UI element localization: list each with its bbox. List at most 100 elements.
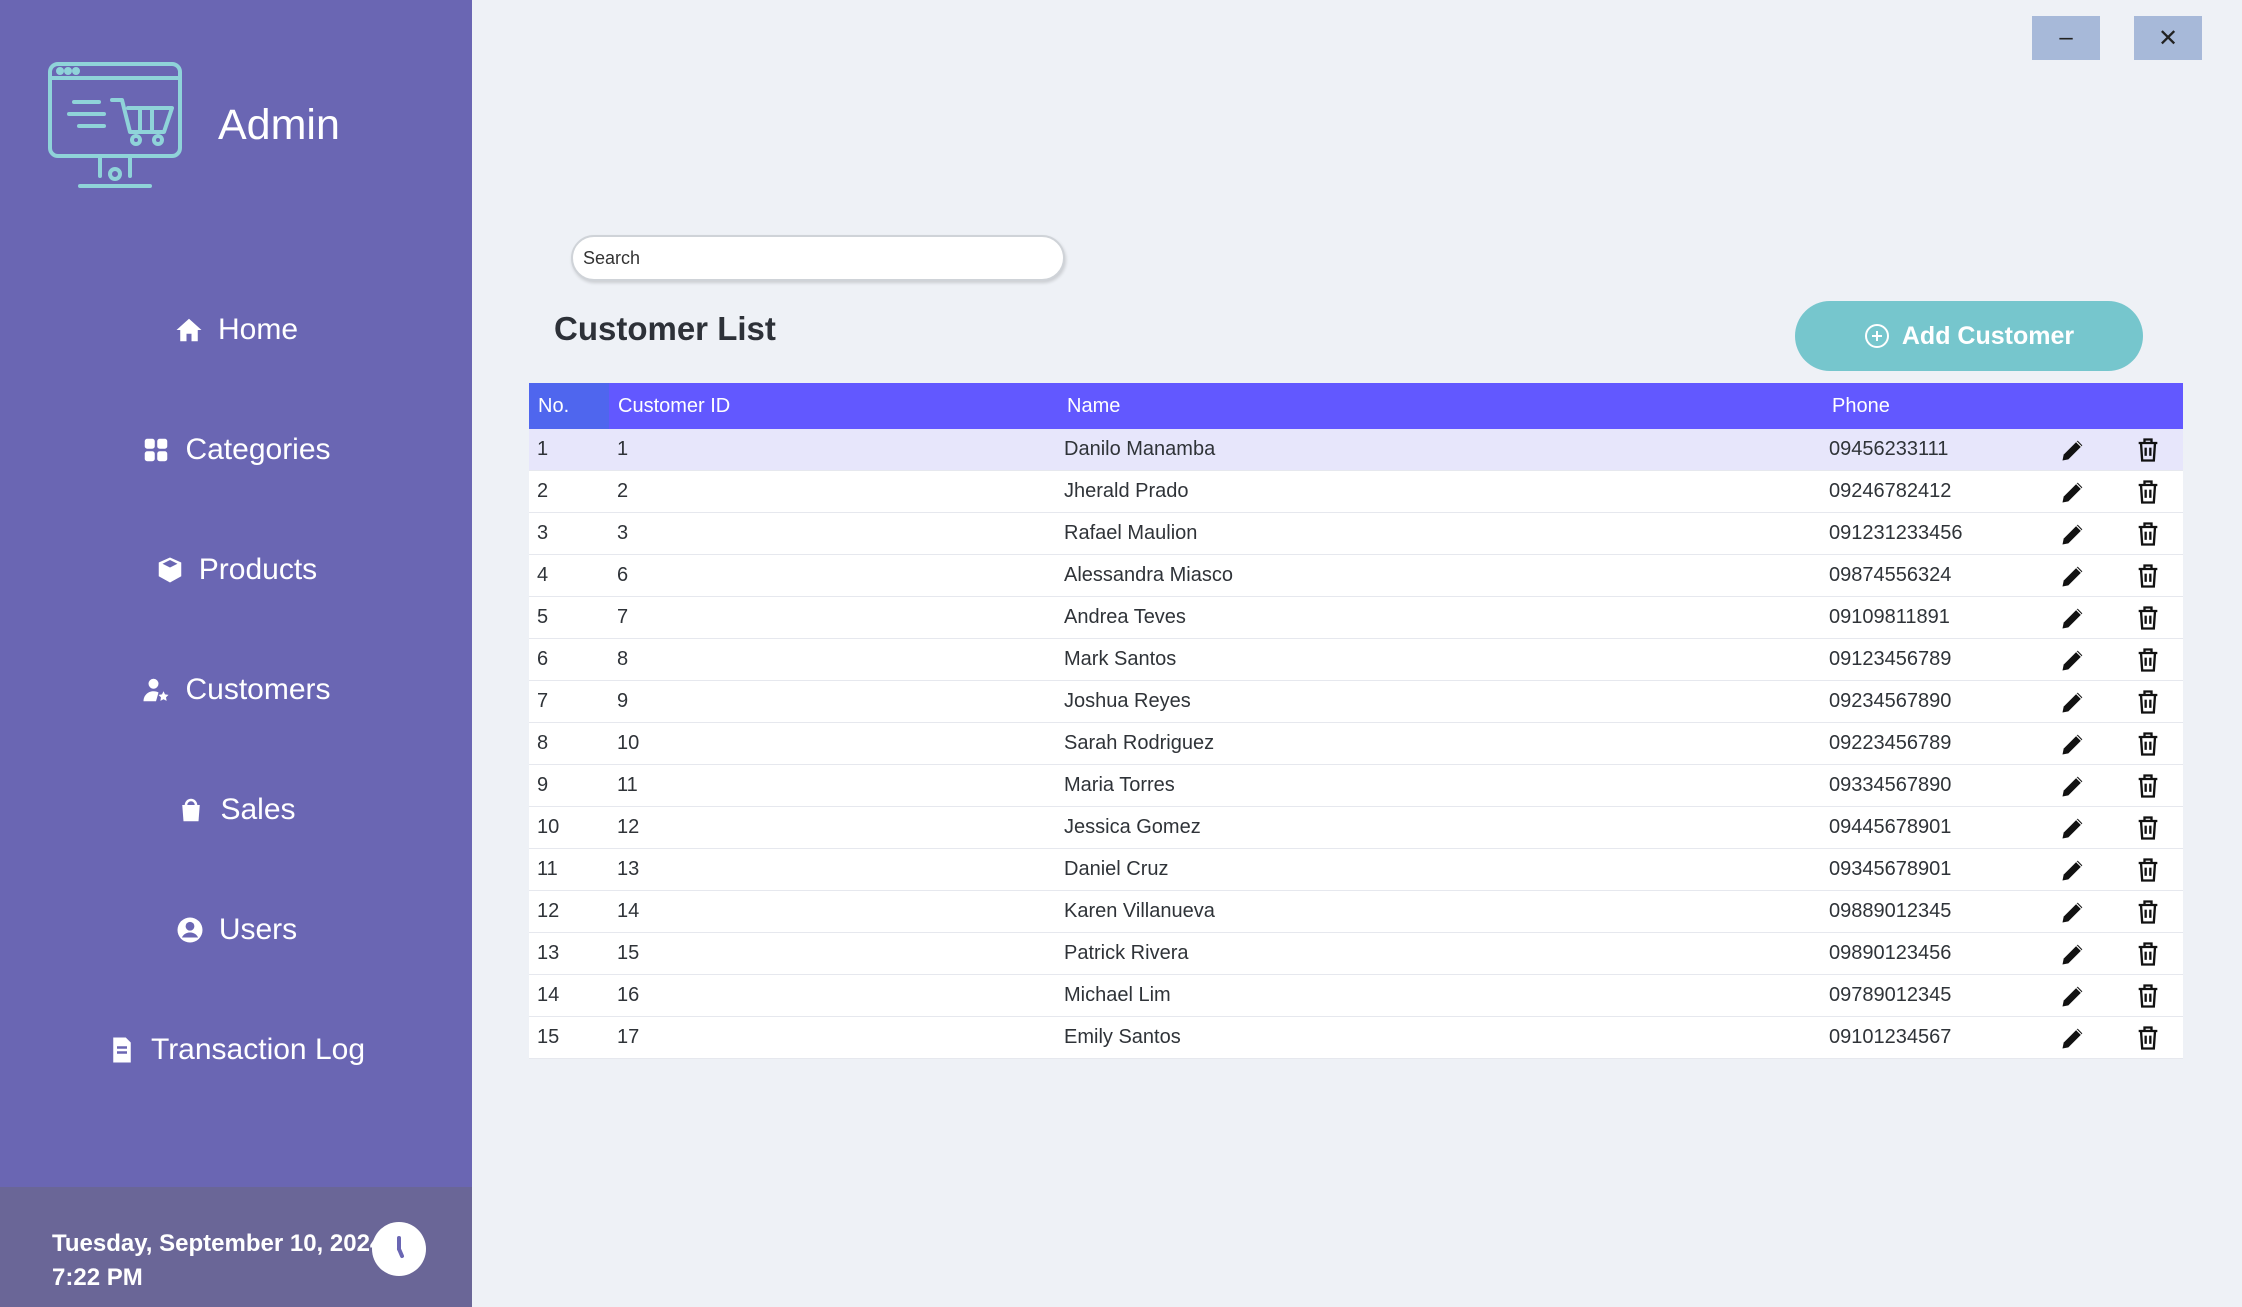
cell-phone: 09101234567	[1829, 1026, 1952, 1048]
column-header-customer-id[interactable]: Customer ID	[618, 383, 730, 429]
table-row[interactable]: 13 15 Patrick Rivera 09890123456	[529, 933, 2183, 975]
sidebar-item-users[interactable]: Users	[0, 890, 472, 970]
table-row[interactable]: 10 12 Jessica Gomez 09445678901	[529, 807, 2183, 849]
delete-icon[interactable]	[2130, 597, 2166, 638]
table-body: 1 1 Danilo Manamba 09456233111 2 2 Jherald Pra…	[529, 429, 2183, 1059]
cell-name: Jherald Prado	[1064, 480, 1189, 502]
cell-customer-id: 13	[617, 858, 640, 880]
edit-icon[interactable]	[2055, 891, 2091, 932]
cell-customer-id: 12	[617, 816, 640, 838]
edit-icon[interactable]	[2055, 471, 2091, 512]
delete-icon[interactable]	[2130, 807, 2166, 848]
search-input[interactable]	[571, 235, 1065, 281]
close-button[interactable]: ✕	[2134, 16, 2202, 60]
sidebar-item-customers[interactable]: Customers	[0, 650, 472, 730]
delete-icon[interactable]	[2130, 471, 2166, 512]
table-row[interactable]: 7 9 Joshua Reyes 09234567890	[529, 681, 2183, 723]
sidebar-item-label: Sales	[220, 793, 296, 826]
cell-phone: 091231233456	[1829, 522, 1963, 544]
cell-no: 6	[537, 648, 549, 670]
edit-icon[interactable]	[2055, 933, 2091, 974]
table-row[interactable]: 9 11 Maria Torres 09334567890	[529, 765, 2183, 807]
table-row[interactable]: 6 8 Mark Santos 09123456789	[529, 639, 2183, 681]
sidebar-item-label: Categories	[185, 433, 331, 466]
cell-phone: 09345678901	[1829, 858, 1952, 880]
delete-icon[interactable]	[2130, 849, 2166, 890]
cell-customer-id: 9	[617, 690, 629, 712]
sidebar-item-transaction-log[interactable]: Transaction Log	[0, 1010, 472, 1090]
cell-no: 3	[537, 522, 549, 544]
table-row[interactable]: 1 1 Danilo Manamba 09456233111	[529, 429, 2183, 471]
cell-customer-id: 15	[617, 942, 640, 964]
sidebar-item-products[interactable]: Products	[0, 530, 472, 610]
sales-bag-icon	[176, 795, 206, 825]
delete-icon[interactable]	[2130, 681, 2166, 722]
table-row[interactable]: 4 6 Alessandra Miasco 09874556324	[529, 555, 2183, 597]
edit-icon[interactable]	[2055, 639, 2091, 680]
edit-icon[interactable]	[2055, 849, 2091, 890]
current-date: Tuesday, September 10, 2024	[52, 1230, 384, 1257]
cell-customer-id: 1	[617, 438, 629, 460]
sidebar: Admin Home Categories Products Customers…	[0, 0, 472, 1307]
column-header-name[interactable]: Name	[1067, 383, 1120, 429]
delete-icon[interactable]	[2130, 429, 2166, 470]
delete-icon[interactable]	[2130, 1017, 2166, 1058]
edit-icon[interactable]	[2055, 723, 2091, 764]
cell-no: 2	[537, 480, 549, 502]
table-row[interactable]: 5 7 Andrea Teves 09109811891	[529, 597, 2183, 639]
cell-name: Karen Villanueva	[1064, 900, 1215, 922]
add-customer-label: Add Customer	[1901, 321, 2075, 350]
sidebar-title: Admin	[218, 100, 340, 149]
delete-icon[interactable]	[2130, 555, 2166, 596]
delete-icon[interactable]	[2130, 765, 2166, 806]
delete-icon[interactable]	[2130, 513, 2166, 554]
delete-icon[interactable]	[2130, 891, 2166, 932]
table-row[interactable]: 2 2 Jherald Prado 09246782412	[529, 471, 2183, 513]
cell-phone: 09890123456	[1829, 942, 1952, 964]
delete-icon[interactable]	[2130, 639, 2166, 680]
home-icon	[174, 315, 204, 345]
delete-icon[interactable]	[2130, 975, 2166, 1016]
delete-icon[interactable]	[2130, 723, 2166, 764]
edit-icon[interactable]	[2055, 975, 2091, 1016]
edit-icon[interactable]	[2055, 807, 2091, 848]
cell-no: 12	[537, 900, 560, 922]
minimize-button[interactable]: –	[2032, 16, 2100, 60]
sidebar-item-categories[interactable]: Categories	[0, 410, 472, 490]
table-header: No. Customer ID Name Phone	[529, 383, 2183, 429]
cell-customer-id: 14	[617, 900, 640, 922]
delete-icon[interactable]	[2130, 933, 2166, 974]
sidebar-item-label: Products	[198, 553, 318, 586]
column-header-no[interactable]: No.	[538, 383, 569, 429]
sidebar-item-home[interactable]: Home	[0, 290, 472, 370]
edit-icon[interactable]	[2055, 555, 2091, 596]
add-customer-button[interactable]: Add Customer	[1795, 301, 2143, 371]
cell-phone: 09456233111	[1829, 438, 1949, 460]
edit-icon[interactable]	[2055, 597, 2091, 638]
sidebar-item-sales[interactable]: Sales	[0, 770, 472, 850]
column-header-phone[interactable]: Phone	[1832, 383, 1890, 429]
table-row[interactable]: 15 17 Emily Santos 09101234567	[529, 1017, 2183, 1059]
cell-customer-id: 16	[617, 984, 640, 1006]
table-row[interactable]: 3 3 Rafael Maulion 091231233456	[529, 513, 2183, 555]
edit-icon[interactable]	[2055, 681, 2091, 722]
cell-no: 13	[537, 942, 560, 964]
users-icon	[175, 915, 205, 945]
clock-icon	[372, 1222, 426, 1276]
document-icon	[107, 1035, 137, 1065]
cell-no: 7	[537, 690, 549, 712]
edit-icon[interactable]	[2055, 1017, 2091, 1058]
table-row[interactable]: 14 16 Michael Lim 09789012345	[529, 975, 2183, 1017]
current-time: 7:22 PM	[52, 1264, 143, 1291]
edit-icon[interactable]	[2055, 513, 2091, 554]
datetime-text: Tuesday, September 10, 2024 7:22 PM	[52, 1227, 383, 1295]
cell-customer-id: 3	[617, 522, 629, 544]
cell-phone: 09334567890	[1829, 774, 1952, 796]
cell-name: Patrick Rivera	[1064, 942, 1189, 964]
table-row[interactable]: 11 13 Daniel Cruz 09345678901	[529, 849, 2183, 891]
edit-icon[interactable]	[2055, 765, 2091, 806]
table-row[interactable]: 8 10 Sarah Rodriguez 09223456789	[529, 723, 2183, 765]
table-row[interactable]: 12 14 Karen Villanueva 09889012345	[529, 891, 2183, 933]
plus-circle-icon	[1864, 324, 1889, 348]
edit-icon[interactable]	[2055, 429, 2091, 470]
